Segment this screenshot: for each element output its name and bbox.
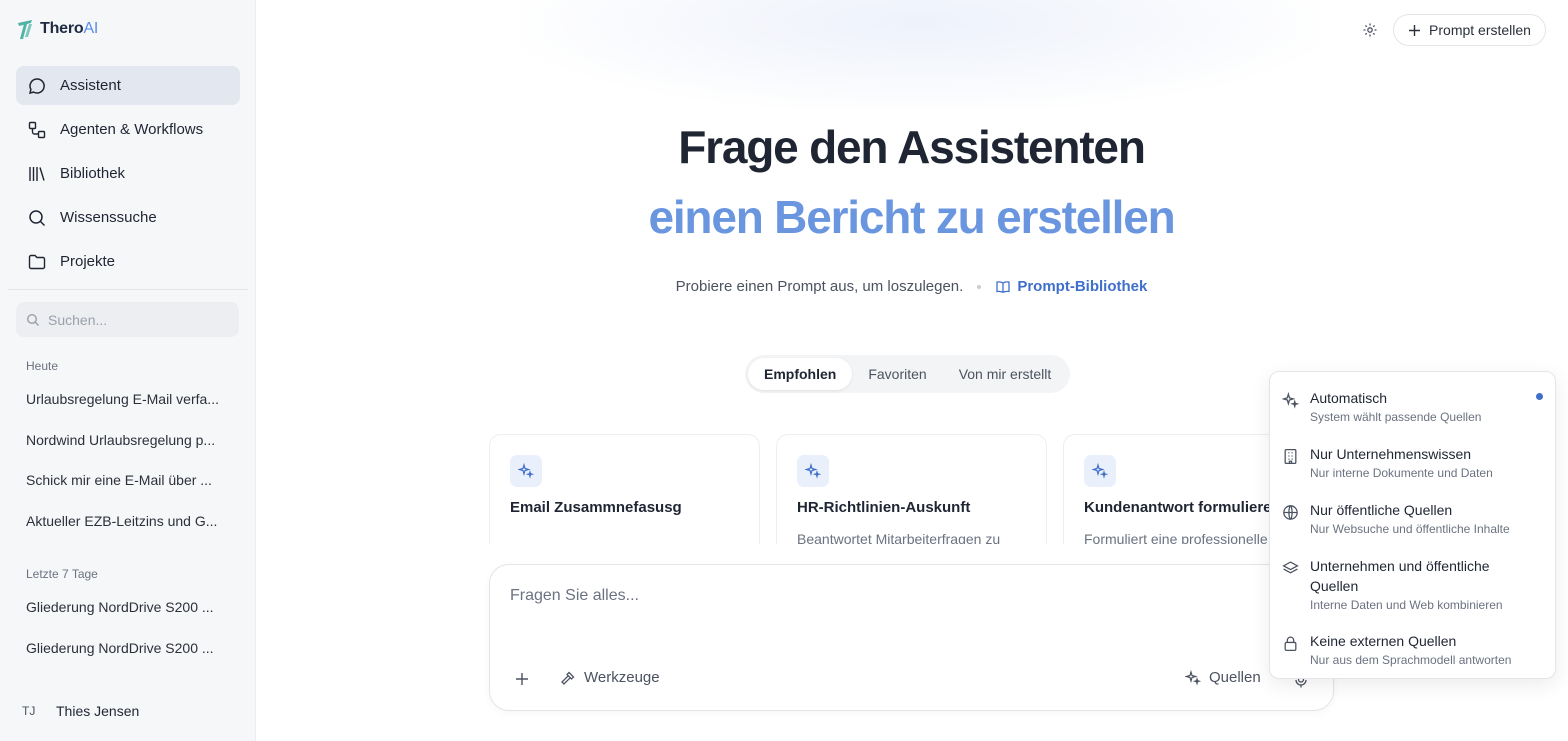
building-icon [1284, 448, 1297, 465]
history-section-week: Letzte 7 Tage [26, 567, 98, 581]
tools-button[interactable]: Werkzeuge [560, 669, 660, 686]
hero-glow [520, 0, 1320, 110]
avatar: TJ [22, 704, 36, 718]
nav-label: Agenten & Workflows [60, 121, 204, 138]
nav-label: Projekte [60, 253, 116, 270]
nav-label: Wissenssuche [60, 209, 157, 226]
nav-label: Assistent [60, 77, 121, 94]
source-option-title: Nur öffentliche Quellen [1310, 502, 1453, 518]
create-prompt-label: Prompt erstellen [1429, 22, 1531, 38]
brand-logo[interactable]: TheroAI [16, 16, 98, 42]
book-open-icon [996, 280, 1010, 293]
folder-icon [28, 254, 46, 269]
main-nav: Assistent Agenten & Workflows Bibliothek… [16, 66, 240, 286]
sources-label: Quellen [1209, 669, 1261, 686]
chat-history-item[interactable]: Gliederung NordDrive S200 ... [26, 599, 232, 615]
tab-von-mir-erstellt[interactable]: Von mir erstellt [943, 358, 1068, 390]
prompt-library-label: Prompt-Bibliothek [1017, 278, 1148, 295]
prompt-card-desc: Beantwortet Mitarbeiterfragen zu [797, 531, 1001, 544]
sparkle-icon [1185, 669, 1201, 686]
search-input[interactable] [48, 311, 228, 328]
separator-dot [977, 284, 982, 289]
prompt-card[interactable]: Email Zusammnefasusg [489, 434, 760, 544]
selected-indicator [1536, 393, 1543, 400]
source-option-kombiniert[interactable]: Unternehmen und öffentliche Quellen Inte… [1270, 556, 1555, 616]
nav-item-agenten-workflows[interactable]: Agenten & Workflows [16, 110, 240, 149]
gear-icon [1363, 23, 1377, 37]
prompt-library-link[interactable]: Prompt-Bibliothek [995, 278, 1147, 295]
brand-suffix: AI [83, 20, 99, 37]
brand-name: TheroAI [40, 20, 99, 37]
nav-item-projekte[interactable]: Projekte [16, 242, 240, 281]
history-section-today: Heute [26, 359, 59, 373]
plus-icon [516, 673, 528, 685]
chat-bubble-icon [28, 77, 45, 94]
source-option-desc: System wählt passende Quellen [1310, 410, 1482, 424]
sparkle-icon [797, 455, 829, 487]
chat-history-item[interactable]: Aktueller EZB-Leitzins und G... [26, 513, 232, 529]
try-prompt-text: Probiere einen Prompt aus, um loszulegen… [675, 278, 964, 295]
attach-button[interactable] [512, 669, 532, 689]
tools-label: Werkzeuge [584, 669, 660, 686]
chat-history-item[interactable]: Schick mir eine E-Mail über ... [26, 472, 232, 488]
settings-button[interactable] [1358, 18, 1382, 42]
chat-history-item[interactable]: Nordwind Urlaubsregelung p... [26, 432, 232, 448]
nav-item-wissenssuche[interactable]: Wissenssuche [16, 198, 240, 237]
create-prompt-button[interactable]: Prompt erstellen [1393, 14, 1546, 46]
nav-item-assistent[interactable]: Assistent [16, 66, 240, 105]
chat-composer: Werkzeuge Quellen [489, 564, 1334, 711]
prompt-tabs: Empfohlen Favoriten Von mir erstellt [745, 355, 1071, 393]
search-icon [26, 313, 39, 326]
tab-empfohlen[interactable]: Empfohlen [748, 358, 853, 390]
chat-history-item[interactable]: Urlaubsregelung E-Mail verfa... [26, 391, 232, 407]
sparkle-icon [1282, 392, 1299, 409]
source-option-title: Unternehmen und öffentliche Quellen [1310, 558, 1490, 594]
library-icon [29, 166, 45, 181]
prompt-card-title: Kundenantwort formulieren [1084, 499, 1281, 516]
sparkle-icon [1084, 455, 1116, 487]
prompt-card-desc: Formuliert eine professionelle [1084, 531, 1268, 544]
source-option-title: Automatisch [1310, 390, 1388, 406]
nav-item-bibliothek[interactable]: Bibliothek [16, 154, 240, 193]
tab-favoriten[interactable]: Favoriten [852, 358, 942, 390]
sidebar-divider [8, 289, 248, 290]
sidebar: TheroAI Assistent Agenten & Workflows Bi… [0, 0, 256, 741]
source-option-desc: Interne Daten und Web kombinieren [1310, 598, 1503, 612]
globe-icon [1283, 505, 1298, 520]
sparkle-icon [510, 455, 542, 487]
chat-input[interactable] [510, 587, 1270, 627]
hammer-icon [561, 671, 575, 685]
source-option-desc: Nur aus dem Sprachmodell antworten [1310, 653, 1512, 667]
user-profile[interactable]: TJ Thies Jensen [22, 703, 139, 719]
source-option-title: Nur Unternehmenswissen [1310, 446, 1472, 462]
nav-label: Bibliothek [60, 165, 126, 182]
source-option-keine-externen[interactable]: Keine externen Quellen Nur aus dem Sprac… [1270, 631, 1555, 671]
user-name: Thies Jensen [56, 703, 140, 719]
chat-history-item[interactable]: Gliederung NordDrive S200 ... [26, 640, 232, 656]
try-prompt-line: Probiere einen Prompt aus, um loszulegen… [520, 278, 1303, 295]
source-option-unternehmenswissen[interactable]: Nur Unternehmenswissen Nur interne Dokum… [1270, 444, 1555, 484]
sources-button[interactable]: Quellen [1185, 669, 1261, 686]
source-option-oeffentlich[interactable]: Nur öffentliche Quellen Nur Websuche und… [1270, 500, 1555, 540]
source-option-automatisch[interactable]: Automatisch System wählt passende Quelle… [1270, 388, 1555, 428]
search-icon [29, 209, 46, 226]
source-option-desc: Nur interne Dokumente und Daten [1310, 466, 1493, 480]
prompt-card-title: Email Zusammnefasusg [510, 499, 682, 516]
lock-icon [1284, 636, 1297, 652]
workflow-icon [28, 121, 46, 138]
layers-icon [1282, 561, 1299, 574]
source-option-title: Keine externen Quellen [1310, 633, 1457, 649]
sidebar-search[interactable] [16, 302, 239, 337]
prompt-card[interactable]: HR-Richtlinien-Auskunft Beantwortet Mita… [776, 434, 1047, 544]
plus-icon [1409, 24, 1421, 36]
thero-logo-icon [18, 20, 32, 39]
page-subtitle: einen Bericht zu erstellen [648, 191, 1175, 243]
source-option-desc: Nur Websuche und öffentliche Inhalte [1310, 522, 1510, 536]
page-title: Frage den Assistenten [678, 121, 1146, 173]
sources-dropdown: Automatisch System wählt passende Quelle… [1269, 371, 1556, 679]
prompt-card-title: HR-Richtlinien-Auskunft [797, 499, 971, 516]
